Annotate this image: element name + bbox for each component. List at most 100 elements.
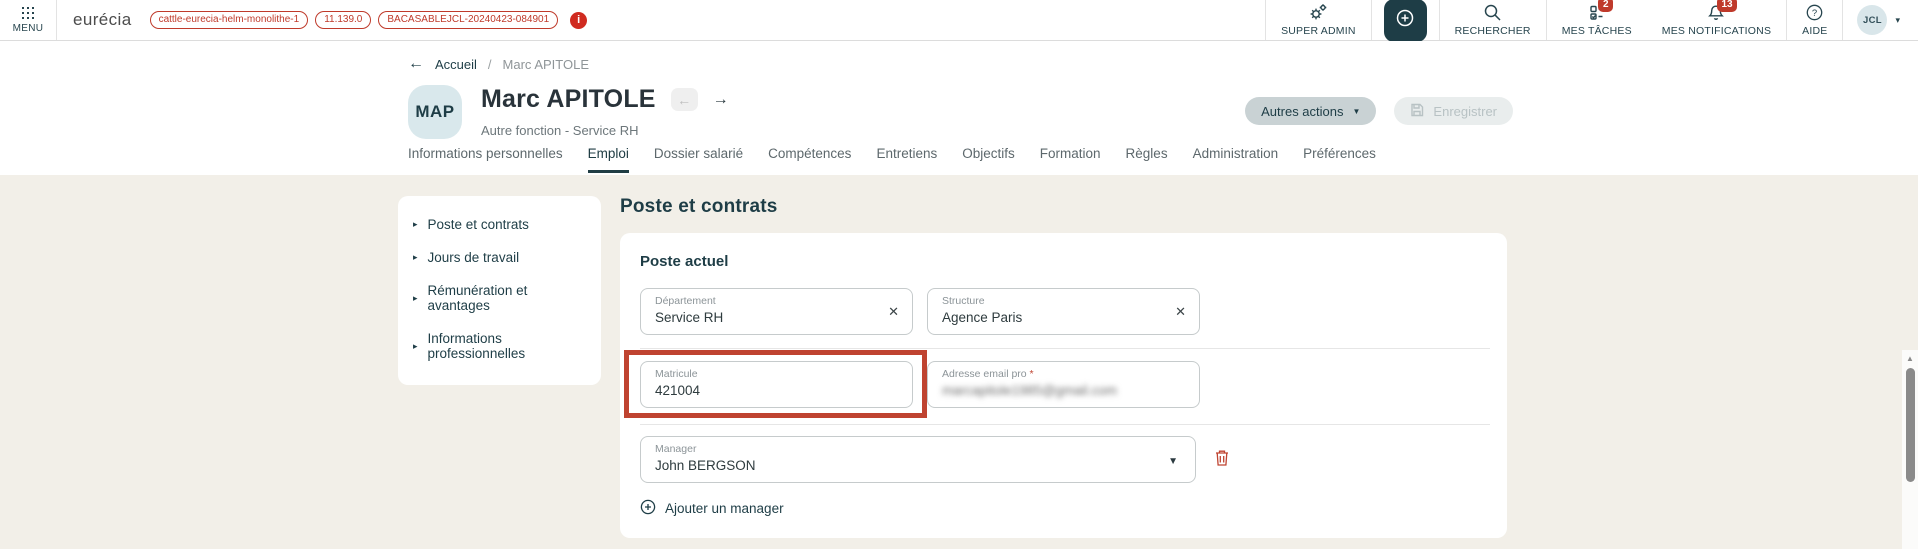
tab-administration[interactable]: Administration bbox=[1193, 146, 1279, 173]
departement-value: Service RH bbox=[655, 310, 882, 325]
scrollbar-thumb[interactable] bbox=[1906, 368, 1915, 482]
environment-badges: cattle-eurecia-helm-monolithe-1 11.139.0… bbox=[150, 0, 559, 40]
manager-select[interactable]: Manager John BERGSON ▼ bbox=[640, 436, 1196, 483]
super-admin-label: SUPER ADMIN bbox=[1281, 25, 1356, 37]
tab-preferences[interactable]: Préférences bbox=[1303, 146, 1376, 173]
breadcrumb-home-link[interactable]: Accueil bbox=[435, 57, 477, 72]
clear-icon[interactable]: ✕ bbox=[1175, 305, 1186, 318]
gears-icon bbox=[1308, 3, 1328, 22]
super-admin-button[interactable]: SUPER ADMIN bbox=[1266, 0, 1371, 40]
help-icon: ? bbox=[1805, 3, 1824, 22]
env-badge: 11.139.0 bbox=[315, 11, 371, 29]
user-avatar: JCL bbox=[1857, 5, 1887, 35]
notifications-label: MES NOTIFICATIONS bbox=[1662, 25, 1771, 37]
env-badge: BACASABLEJCL-20240423-084901 bbox=[378, 11, 558, 29]
chevron-right-icon: ▸ bbox=[413, 252, 418, 263]
env-badge: cattle-eurecia-helm-monolithe-1 bbox=[150, 11, 309, 29]
help-label: AIDE bbox=[1802, 25, 1827, 37]
grid-menu-icon bbox=[22, 7, 35, 20]
tab-formation[interactable]: Formation bbox=[1040, 146, 1101, 173]
form-row-3: Manager John BERGSON ▼ bbox=[640, 436, 1487, 483]
divider bbox=[640, 348, 1490, 349]
breadcrumb: ← Accueil / Marc APITOLE bbox=[408, 41, 1918, 73]
menu-label: MENU bbox=[13, 23, 44, 34]
quick-add-button[interactable] bbox=[1384, 0, 1427, 42]
top-bar: MENU eurécia cattle-eurecia-helm-monolit… bbox=[0, 0, 1918, 41]
manager-label: Manager bbox=[655, 443, 1165, 455]
section-title: Poste et contrats bbox=[620, 196, 1507, 218]
content-area: ▸ Poste et contrats ▸ Jours de travail ▸… bbox=[0, 175, 1918, 549]
email-pro-label: Adresse email pro * bbox=[942, 368, 1169, 380]
help-button[interactable]: ? AIDE bbox=[1787, 0, 1842, 40]
tasks-count-badge: 2 bbox=[1598, 0, 1613, 12]
search-button[interactable]: RECHERCHER bbox=[1440, 0, 1546, 40]
chevron-down-icon: ▾ bbox=[1895, 15, 1900, 26]
tab-objectifs[interactable]: Objectifs bbox=[962, 146, 1015, 173]
svg-text:?: ? bbox=[1812, 8, 1817, 19]
sidebar-item-poste-et-contrats[interactable]: ▸ Poste et contrats bbox=[413, 217, 591, 232]
email-pro-field[interactable]: Adresse email pro * marcapitole1985@gmai… bbox=[927, 361, 1200, 408]
add-manager-label: Ajouter un manager bbox=[665, 501, 784, 516]
eurecia-logo[interactable]: eurécia bbox=[73, 0, 132, 40]
previous-employee-button[interactable]: ← bbox=[671, 88, 698, 111]
delete-manager-button[interactable] bbox=[1214, 448, 1230, 472]
departement-field[interactable]: Département Service RH ✕ bbox=[640, 288, 913, 335]
save-label: Enregistrer bbox=[1433, 104, 1497, 119]
form-row-2: Matricule 421004 Adresse email pro * mar… bbox=[640, 361, 1487, 408]
next-employee-button[interactable]: → bbox=[713, 91, 729, 109]
tab-regles[interactable]: Règles bbox=[1126, 146, 1168, 173]
chevron-down-icon: ▼ bbox=[1353, 107, 1361, 116]
tab-competences[interactable]: Compétences bbox=[768, 146, 851, 173]
name-block: Marc APITOLE ← → Autre fonction - Servic… bbox=[481, 85, 729, 138]
employee-avatar: MAP bbox=[408, 85, 462, 139]
autres-actions-label: Autres actions bbox=[1261, 104, 1343, 119]
breadcrumb-separator: / bbox=[488, 57, 492, 72]
chevron-right-icon: ▸ bbox=[413, 293, 418, 304]
structure-label: Structure bbox=[942, 295, 1169, 307]
sidebar-item-label: Jours de travail bbox=[428, 250, 520, 265]
sidebar-item-label: Informations professionnelles bbox=[428, 331, 591, 361]
main-column: Poste et contrats Poste actuel Départeme… bbox=[620, 196, 1507, 538]
page-header: ← Accueil / Marc APITOLE MAP Marc APITOL… bbox=[0, 41, 1918, 175]
sidebar-item-label: Poste et contrats bbox=[428, 217, 529, 232]
tab-informations-personnelles[interactable]: Informations personnelles bbox=[408, 146, 563, 173]
card-title: Poste actuel bbox=[640, 253, 1487, 270]
manager-value: John BERGSON bbox=[655, 458, 1165, 473]
matricule-wrap: Matricule 421004 bbox=[640, 361, 913, 408]
tasks-icon: 2 bbox=[1588, 3, 1605, 22]
topbar-spacer bbox=[587, 0, 1265, 40]
sidebar-item-jours-de-travail[interactable]: ▸ Jours de travail bbox=[413, 250, 591, 265]
departement-label: Département bbox=[655, 295, 882, 307]
chevron-right-icon: ▸ bbox=[413, 341, 418, 352]
notifications-button[interactable]: 13 MES NOTIFICATIONS bbox=[1647, 0, 1786, 40]
scroll-up-arrow[interactable]: ▲ bbox=[1902, 350, 1918, 363]
clear-icon[interactable]: ✕ bbox=[888, 305, 899, 318]
tab-entretiens[interactable]: Entretiens bbox=[876, 146, 937, 173]
section-sidebar: ▸ Poste et contrats ▸ Jours de travail ▸… bbox=[398, 196, 601, 385]
sidebar-item-label: Rémunération et avantages bbox=[428, 283, 591, 313]
matricule-value: 421004 bbox=[655, 383, 882, 398]
structure-value: Agence Paris bbox=[942, 310, 1169, 325]
search-label: RECHERCHER bbox=[1455, 25, 1531, 37]
sidebar-item-remuneration-et-avantages[interactable]: ▸ Rémunération et avantages bbox=[413, 283, 591, 313]
menu-button[interactable]: MENU bbox=[0, 0, 56, 40]
add-manager-link[interactable]: Ajouter un manager bbox=[640, 499, 784, 518]
sidebar-item-informations-professionnelles[interactable]: ▸ Informations professionnelles bbox=[413, 331, 591, 361]
back-arrow-icon[interactable]: ← bbox=[408, 55, 424, 73]
tasks-button[interactable]: 2 MES TÂCHES bbox=[1547, 0, 1647, 40]
divider bbox=[56, 0, 57, 40]
page-title: Marc APITOLE bbox=[481, 85, 656, 114]
profile-row: MAP Marc APITOLE ← → Autre fonction - Se… bbox=[408, 85, 1918, 139]
info-icon[interactable]: i bbox=[570, 12, 587, 29]
autres-actions-button[interactable]: Autres actions ▼ bbox=[1245, 97, 1376, 125]
poste-actuel-card: Poste actuel Département Service RH ✕ St… bbox=[620, 233, 1507, 538]
tab-emploi[interactable]: Emploi bbox=[588, 146, 629, 173]
search-icon bbox=[1483, 3, 1502, 22]
matricule-field[interactable]: Matricule 421004 bbox=[640, 361, 913, 408]
structure-field[interactable]: Structure Agence Paris ✕ bbox=[927, 288, 1200, 335]
tab-dossier-salarie[interactable]: Dossier salarié bbox=[654, 146, 743, 173]
user-menu[interactable]: JCL ▾ bbox=[1843, 0, 1918, 40]
form-row-1: Département Service RH ✕ Structure Agenc… bbox=[640, 288, 1487, 335]
vertical-scrollbar[interactable]: ▲ bbox=[1902, 350, 1918, 549]
save-button[interactable]: Enregistrer bbox=[1394, 97, 1513, 125]
